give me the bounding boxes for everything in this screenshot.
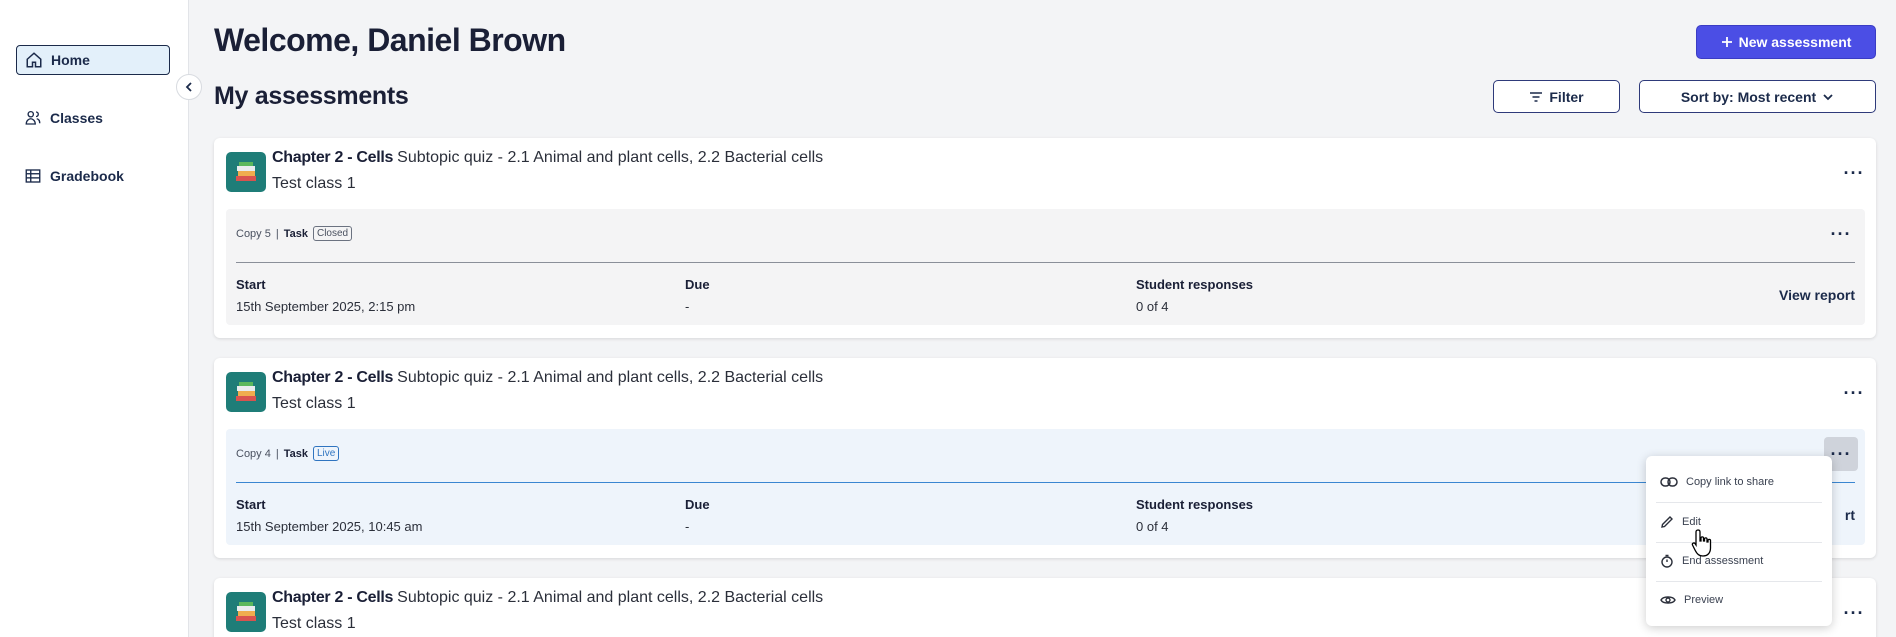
gradebook-icon xyxy=(25,169,41,183)
chapter-name: Chapter 2 - Cells xyxy=(272,149,394,166)
responses-header: Student responses xyxy=(1136,277,1254,292)
responses-value: 0 of 4 xyxy=(1136,299,1169,314)
collapse-sidebar-button[interactable] xyxy=(176,74,202,100)
books-icon xyxy=(226,152,266,192)
copy-number: Copy 5 xyxy=(236,227,271,240)
responses-header: Student responses xyxy=(1136,497,1254,512)
filter-button[interactable]: Filter xyxy=(1493,80,1620,113)
copy-more-button[interactable]: ··· xyxy=(1824,217,1858,251)
class-name: Test class 1 xyxy=(272,175,356,192)
due-header: Due xyxy=(685,497,710,512)
assessment-type: Task xyxy=(283,227,308,240)
responses-value: 0 of 4 xyxy=(1136,519,1169,534)
menu-divider xyxy=(1656,502,1822,503)
divider xyxy=(236,482,1855,483)
more-icon: ··· xyxy=(1843,382,1865,403)
assessment-copy: Copy 5 | Task Closed ··· Start Due Stude… xyxy=(226,209,1865,325)
card-more-button[interactable]: ··· xyxy=(1837,596,1871,630)
copy-number: Copy 4 xyxy=(236,447,271,460)
sidebar-item-label: Classes xyxy=(50,110,103,126)
books-icon xyxy=(226,372,266,412)
meta-separator: | xyxy=(275,447,279,460)
card-title: Chapter 2 - Cells Subtopic quiz - 2.1 Ani… xyxy=(272,369,823,387)
status-badge: Live xyxy=(312,446,340,461)
menu-item-label: Copy link to share xyxy=(1686,476,1775,488)
section-title: My assessments xyxy=(214,82,409,110)
sidebar-item-label: Gradebook xyxy=(50,168,124,184)
class-name: Test class 1 xyxy=(272,395,356,412)
view-report-link[interactable]: rt xyxy=(1845,507,1855,523)
copy-meta: Copy 5 | Task Closed xyxy=(236,226,353,241)
sidebar: Home Classes Gradebook xyxy=(0,0,189,637)
sidebar-item-gradebook[interactable]: Gradebook xyxy=(16,161,170,191)
status-badge: Closed xyxy=(312,226,353,241)
start-header: Start xyxy=(236,277,266,292)
chapter-name: Chapter 2 - Cells xyxy=(272,369,394,386)
view-report-link[interactable]: View report xyxy=(1779,287,1855,303)
main-content: Welcome, Daniel Brown My assessments New… xyxy=(189,0,1896,637)
start-header: Start xyxy=(236,497,266,512)
start-value: 15th September 2025, 2:15 pm xyxy=(236,299,416,314)
chevron-left-icon xyxy=(185,82,192,92)
sort-label: Sort by: Most recent xyxy=(1680,88,1817,105)
meta-separator: | xyxy=(275,227,279,240)
copy-meta: Copy 4 | Task Live xyxy=(236,446,340,461)
sort-button[interactable]: Sort by: Most recent xyxy=(1639,80,1876,113)
more-icon: ··· xyxy=(1843,162,1865,183)
menu-item-edit[interactable]: Edit xyxy=(1646,504,1832,540)
menu-item-label: Edit xyxy=(1682,516,1701,528)
due-value: - xyxy=(685,519,690,534)
pencil-icon xyxy=(1661,516,1673,528)
assessment-card: Chapter 2 - Cells Subtopic quiz - 2.1 Ani… xyxy=(214,358,1876,558)
menu-item-label: Preview xyxy=(1684,594,1724,606)
more-icon: ··· xyxy=(1830,443,1852,464)
due-header: Due xyxy=(685,277,710,292)
sidebar-item-home[interactable]: Home xyxy=(16,45,170,75)
eye-icon xyxy=(1660,596,1676,604)
divider xyxy=(236,262,1855,263)
plus-icon xyxy=(1721,37,1732,47)
sidebar-item-classes[interactable]: Classes xyxy=(16,103,170,133)
quiz-subtitle: Subtopic quiz - 2.1 Animal and plant cel… xyxy=(397,369,824,386)
card-more-button[interactable]: ··· xyxy=(1837,376,1871,410)
page-title: Welcome, Daniel Brown xyxy=(214,22,566,58)
more-icon: ··· xyxy=(1843,602,1865,623)
chapter-name: Chapter 2 - Cells xyxy=(272,589,394,606)
hand-cursor-icon xyxy=(1691,529,1712,557)
assessment-card: Chapter 2 - Cells Subtopic quiz - 2.1 Ani… xyxy=(214,578,1876,637)
quiz-subtitle: Subtopic quiz - 2.1 Animal and plant cel… xyxy=(397,149,824,166)
new-assessment-button[interactable]: New assessment xyxy=(1696,25,1876,59)
class-name: Test class 1 xyxy=(272,615,356,632)
assessment-actions-menu: Copy link to share Edit End assessment P… xyxy=(1646,456,1832,626)
books-icon xyxy=(226,592,266,632)
menu-item-end-assessment[interactable]: End assessment xyxy=(1646,543,1832,579)
card-title: Chapter 2 - Cells Subtopic quiz - 2.1 Ani… xyxy=(272,149,823,167)
filter-icon xyxy=(1530,91,1543,102)
more-icon: ··· xyxy=(1830,223,1852,244)
assessment-copy: Copy 4 | Task Live ··· Start Due Student… xyxy=(226,429,1865,545)
card-more-button[interactable]: ··· xyxy=(1837,156,1871,190)
card-title: Chapter 2 - Cells Subtopic quiz - 2.1 Ani… xyxy=(272,589,823,607)
filter-label: Filter xyxy=(1549,88,1584,105)
chevron-down-icon xyxy=(1823,93,1833,100)
start-value: 15th September 2025, 10:45 am xyxy=(236,519,423,534)
menu-item-copy-link[interactable]: Copy link to share xyxy=(1646,464,1832,500)
quiz-subtitle: Subtopic quiz - 2.1 Animal and plant cel… xyxy=(397,589,824,606)
assessment-type: Task xyxy=(283,447,308,460)
menu-item-preview[interactable]: Preview xyxy=(1646,582,1832,618)
new-assessment-label: New assessment xyxy=(1738,34,1852,50)
due-value: - xyxy=(685,299,690,314)
sidebar-item-label: Home xyxy=(51,52,90,68)
classes-icon xyxy=(25,110,41,125)
home-icon xyxy=(26,52,42,68)
link-icon xyxy=(1660,477,1678,487)
assessment-card: Chapter 2 - Cells Subtopic quiz - 2.1 Ani… xyxy=(214,138,1876,338)
stopwatch-icon xyxy=(1661,554,1673,568)
